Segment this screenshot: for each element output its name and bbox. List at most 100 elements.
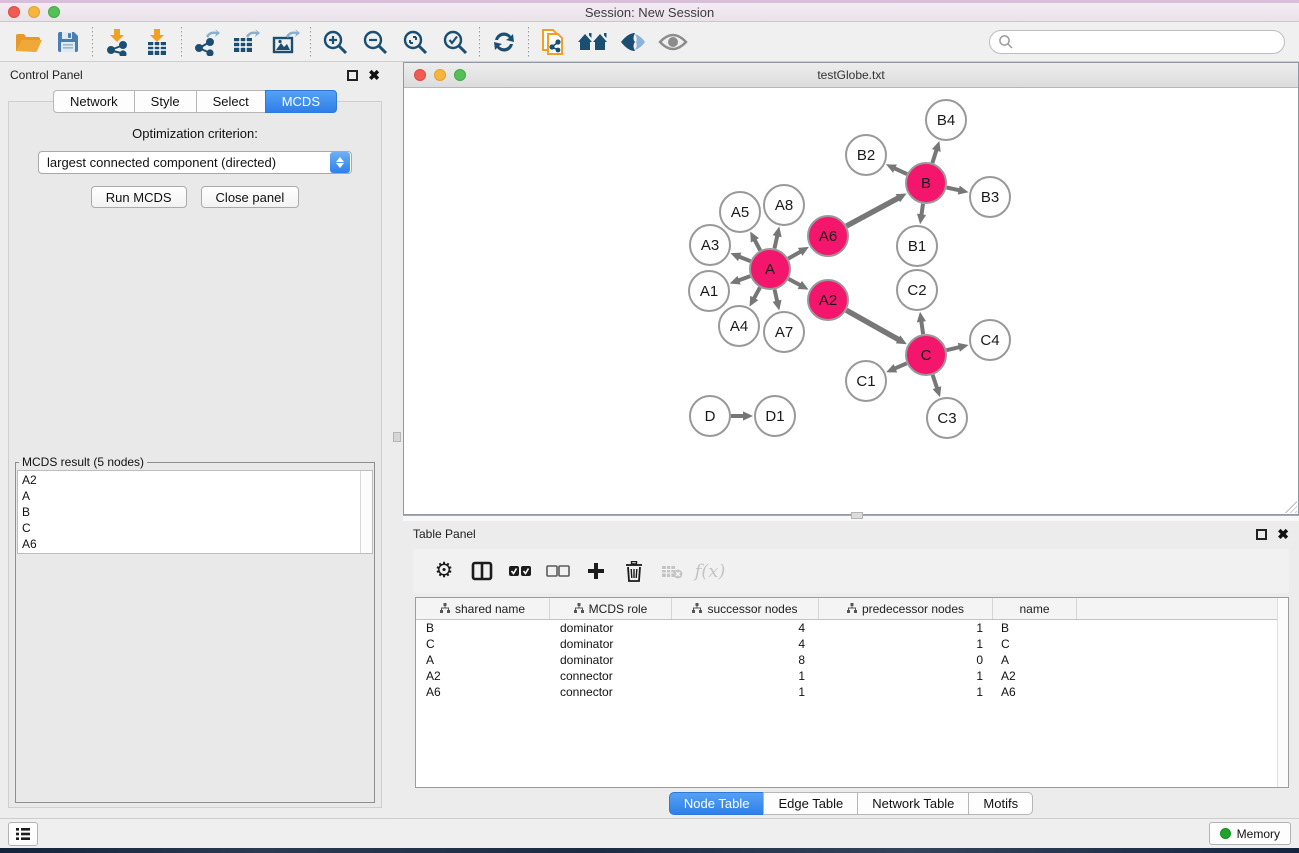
close-panel-icon[interactable]: ✖: [368, 70, 380, 81]
graph-edge-A-A1[interactable]: [737, 276, 750, 281]
graph-edge-A-A3[interactable]: [738, 256, 751, 261]
show-graphics-details-icon[interactable]: [653, 25, 693, 59]
select-all-checkboxes-icon[interactable]: [501, 554, 539, 588]
result-item[interactable]: C: [22, 520, 356, 536]
result-item[interactable]: A2: [22, 472, 356, 488]
graph-edge-C-C2[interactable]: [921, 320, 923, 334]
style-preview-icon[interactable]: [613, 25, 653, 59]
graph-edge-A6-B[interactable]: [846, 197, 899, 226]
memory-button[interactable]: Memory: [1209, 822, 1291, 845]
graph-edge-B-B3[interactable]: [947, 187, 961, 190]
graph-edge-C-C4[interactable]: [946, 347, 960, 350]
tab-select[interactable]: Select: [196, 90, 265, 113]
add-row-icon[interactable]: [577, 554, 615, 588]
network-window-titlebar[interactable]: testGlobe.txt: [404, 63, 1298, 88]
refresh-icon[interactable]: [484, 25, 524, 59]
column-header-shared-name[interactable]: shared name: [416, 598, 550, 619]
splitter-handle[interactable]: [851, 512, 863, 519]
close-panel-icon[interactable]: ✖: [1277, 529, 1289, 540]
table-row[interactable]: A6connector11A6: [416, 684, 1288, 700]
graph-edge-A-A2[interactable]: [789, 279, 802, 286]
graph-node-label: B3: [981, 189, 999, 206]
result-item[interactable]: A6: [22, 536, 356, 552]
table-row[interactable]: A2connector11A2: [416, 668, 1288, 684]
table-row[interactable]: Adominator80A: [416, 652, 1288, 668]
graph-node-label: B2: [857, 147, 875, 164]
zoom-fit-icon[interactable]: [395, 25, 435, 59]
export-table-icon[interactable]: [226, 25, 266, 59]
tab-network-table[interactable]: Network Table: [857, 792, 968, 815]
table-scrollbar[interactable]: [1277, 598, 1288, 787]
table-tabs: Node TableEdge TableNetwork TableMotifs: [403, 788, 1299, 818]
float-panel-icon[interactable]: [347, 70, 358, 81]
mcds-result-list[interactable]: A2ABCA6: [17, 470, 373, 554]
save-icon[interactable]: [48, 25, 88, 59]
result-item[interactable]: A: [22, 488, 356, 504]
graph-edge-C-C3[interactable]: [933, 375, 938, 390]
search-input[interactable]: [989, 30, 1285, 54]
optimization-criterion-label: Optimization criterion:: [9, 126, 381, 141]
export-network-icon[interactable]: [186, 25, 226, 59]
graph-edge-A-A6[interactable]: [788, 251, 802, 259]
main-toolbar: [0, 22, 1299, 62]
home-icon[interactable]: [573, 25, 613, 59]
zoom-selected-icon[interactable]: [435, 25, 475, 59]
export-image-icon[interactable]: [266, 25, 306, 59]
resize-grip-icon[interactable]: [1285, 501, 1297, 513]
table-cell: A: [993, 653, 1077, 667]
column-header-successor-nodes[interactable]: successor nodes: [672, 598, 819, 619]
graph-edge-A-A8[interactable]: [774, 234, 777, 248]
column-label: successor nodes: [707, 602, 797, 616]
optimization-criterion-dropdown[interactable]: largest connected component (directed): [38, 151, 352, 174]
table-cell: 8: [672, 653, 819, 667]
edge-arrowhead-icon: [773, 226, 782, 237]
settings-gear-icon[interactable]: ⚙: [425, 554, 463, 588]
mcds-result-items: A2ABCA6: [18, 471, 360, 553]
vertical-splitter[interactable]: [390, 62, 403, 818]
column-header-MCDS-role[interactable]: MCDS role: [550, 598, 672, 619]
deselect-all-checkboxes-icon[interactable]: [539, 554, 577, 588]
splitter-handle[interactable]: [393, 432, 401, 442]
graph-edge-A-A4[interactable]: [753, 287, 760, 299]
table-row[interactable]: Bdominator41B: [416, 620, 1288, 636]
import-network-icon[interactable]: [97, 25, 137, 59]
close-panel-button[interactable]: Close panel: [201, 186, 300, 208]
column-header-predecessor-nodes[interactable]: predecessor nodes: [819, 598, 993, 619]
tab-node-table[interactable]: Node Table: [669, 792, 764, 815]
column-tree-icon: [692, 602, 702, 616]
result-scrollbar[interactable]: [360, 471, 372, 553]
table-panel: Table Panel ✖ ⚙: [403, 521, 1299, 818]
import-table-icon[interactable]: [137, 25, 177, 59]
tab-motifs[interactable]: Motifs: [968, 792, 1033, 815]
tab-edge-table[interactable]: Edge Table: [763, 792, 857, 815]
control-panel-title: Control Panel: [10, 68, 83, 82]
float-panel-icon[interactable]: [1256, 529, 1267, 540]
delete-row-trash-icon[interactable]: [615, 554, 653, 588]
session-panels-icon[interactable]: [533, 25, 573, 59]
table-cell: 1: [819, 685, 993, 699]
mcds-tab-content: Optimization criterion: largest connecte…: [8, 101, 382, 808]
table-body: Bdominator41BCdominator41CAdominator80AA…: [416, 620, 1288, 700]
horizontal-splitter[interactable]: [403, 515, 1299, 521]
graph-node-label: A2: [819, 292, 837, 309]
open-folder-icon[interactable]: [8, 25, 48, 59]
tab-mcds[interactable]: MCDS: [265, 90, 337, 113]
graph-edge-A-A7[interactable]: [775, 289, 778, 302]
zoom-in-icon[interactable]: [315, 25, 355, 59]
graph-edge-B-B4[interactable]: [932, 149, 937, 163]
zoom-out-icon[interactable]: [355, 25, 395, 59]
tab-style[interactable]: Style: [134, 90, 196, 113]
graph-edge-A-A5[interactable]: [754, 239, 760, 251]
network-canvas[interactable]: B4B2BB3A8A5A6A3B1AA1C2A2A4A7C4CC1C3DD1: [404, 88, 1298, 514]
result-item[interactable]: B: [22, 504, 356, 520]
table-row[interactable]: Cdominator41C: [416, 636, 1288, 652]
graph-edge-C-C1[interactable]: [894, 363, 907, 369]
graph-edge-A2-C[interactable]: [846, 310, 900, 340]
column-header-name[interactable]: name: [993, 598, 1077, 619]
show-panels-list-icon[interactable]: [8, 822, 38, 846]
toggle-column-icon[interactable]: [463, 554, 501, 588]
graph-edge-B-B2[interactable]: [893, 168, 907, 174]
tab-network[interactable]: Network: [53, 90, 134, 113]
search-icon: [998, 34, 1014, 55]
run-mcds-button[interactable]: Run MCDS: [91, 186, 187, 208]
